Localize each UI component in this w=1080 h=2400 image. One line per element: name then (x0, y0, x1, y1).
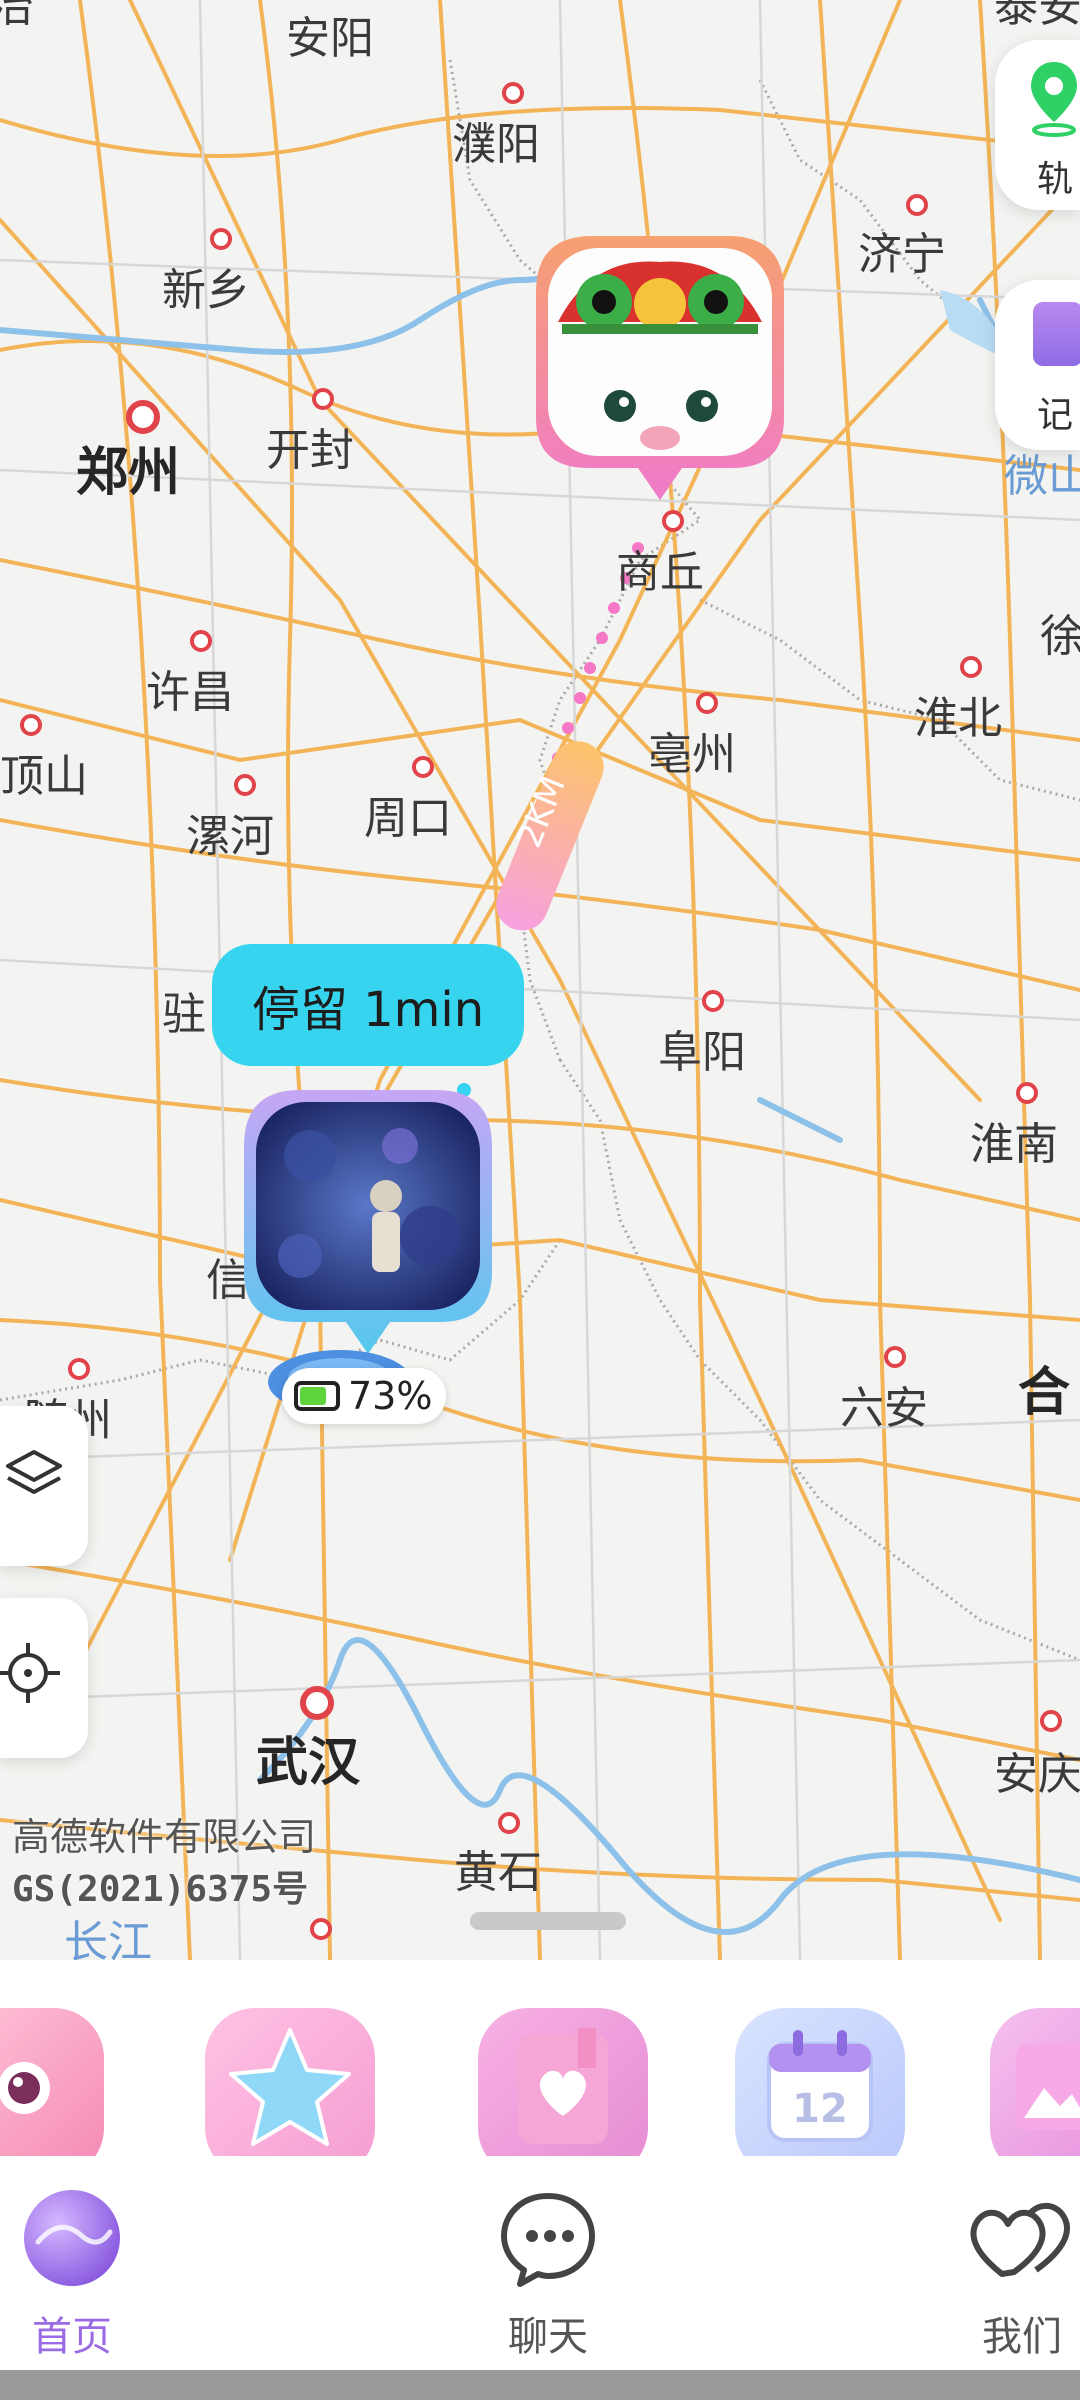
track-button[interactable]: 轨 (995, 40, 1080, 210)
city-label: 济宁 (858, 229, 946, 280)
city-label: 淮南 (970, 1119, 1058, 1170)
city-label: 许昌 (146, 667, 234, 718)
city-label: 商丘 (616, 547, 704, 598)
notebook-icon (1033, 302, 1080, 366)
battery-indicator: 73% (282, 1368, 446, 1424)
feature-row: 12 (0, 1960, 1080, 2156)
city-label: 安阳 (286, 13, 374, 64)
map-license: GS(2021)6375号 (12, 1869, 309, 1910)
city-label: 开封 (266, 425, 354, 476)
planet-icon (24, 2190, 120, 2286)
calendar-icon: 12 (767, 2030, 873, 2142)
stay-duration-bubble: 停留 1min (212, 944, 524, 1066)
chat-bubble-icon (501, 2193, 595, 2287)
feature-camera[interactable] (0, 2008, 104, 2156)
bottom-tab-bar: 首页 聊天 我们 (0, 2156, 1080, 2370)
record-button[interactable]: 记 (995, 280, 1080, 450)
battery-icon (294, 1381, 340, 1411)
map-attribution: 高德软件有限公司 (12, 1815, 317, 1859)
tab-home-label: 首页 (32, 2314, 112, 2360)
tab-chat[interactable]: 聊天 (468, 2186, 628, 2362)
system-nav-bar (0, 2370, 1080, 2400)
calendar-day-text: 12 (792, 2086, 848, 2132)
feature-star[interactable] (205, 2008, 375, 2156)
locate-button[interactable] (0, 1598, 88, 1758)
tab-us-label: 我们 (982, 2314, 1062, 2360)
feature-calendar[interactable]: 12 (735, 2008, 905, 2156)
layers-button[interactable] (0, 1406, 88, 1566)
city-label: 淮北 (914, 693, 1002, 744)
map-view[interactable]: 2KM 安阳 濮阳 新乡 济宁 郑州 开封 微山 商丘 徐 许昌 淮北 顶山 亳… (0, 0, 1080, 1960)
city-label: 长江 (64, 1917, 152, 1960)
city-label: 亳州 (648, 729, 736, 780)
feature-album[interactable] (990, 2008, 1080, 2156)
city-label: 冶 (0, 0, 34, 32)
city-label: 周口 (364, 793, 452, 844)
city-label: 阜阳 (658, 1027, 746, 1078)
record-label: 记 (1037, 395, 1074, 436)
city-label: 黄石 (454, 1847, 542, 1898)
tab-home[interactable]: 首页 (0, 2186, 152, 2362)
feature-diary[interactable] (478, 2008, 648, 2156)
city-label: 郑州 (76, 443, 181, 503)
city-label: 漯河 (186, 811, 274, 862)
hearts-icon (970, 2203, 1070, 2277)
city-label: 六安 (840, 1383, 928, 1434)
tab-us[interactable]: 我们 (942, 2186, 1080, 2362)
locate-crosshair-icon (0, 1643, 60, 1703)
city-label: 徐 (1040, 611, 1080, 662)
city-label: 濮阳 (452, 119, 540, 170)
battery-percent: 73% (348, 1374, 433, 1418)
city-label: 武汉 (256, 1733, 361, 1793)
drawer-handle[interactable] (470, 1912, 626, 1930)
location-pin-icon (1031, 62, 1077, 137)
camera-icon (0, 2062, 50, 2114)
city-label: 驻 (162, 989, 206, 1040)
track-label: 轨 (1037, 159, 1074, 200)
city-label: 顶山 (0, 751, 88, 802)
city-label: 泰安 (994, 0, 1080, 32)
star-icon (229, 2028, 351, 2146)
tab-chat-label: 聊天 (508, 2314, 588, 2360)
layers-icon (6, 1450, 62, 1494)
city-label: 安庆 (994, 1749, 1080, 1800)
diary-icon (518, 2028, 608, 2144)
city-label: 新乡 (162, 265, 250, 316)
city-label: 合 (1018, 1363, 1071, 1423)
album-icon (1016, 2044, 1080, 2130)
